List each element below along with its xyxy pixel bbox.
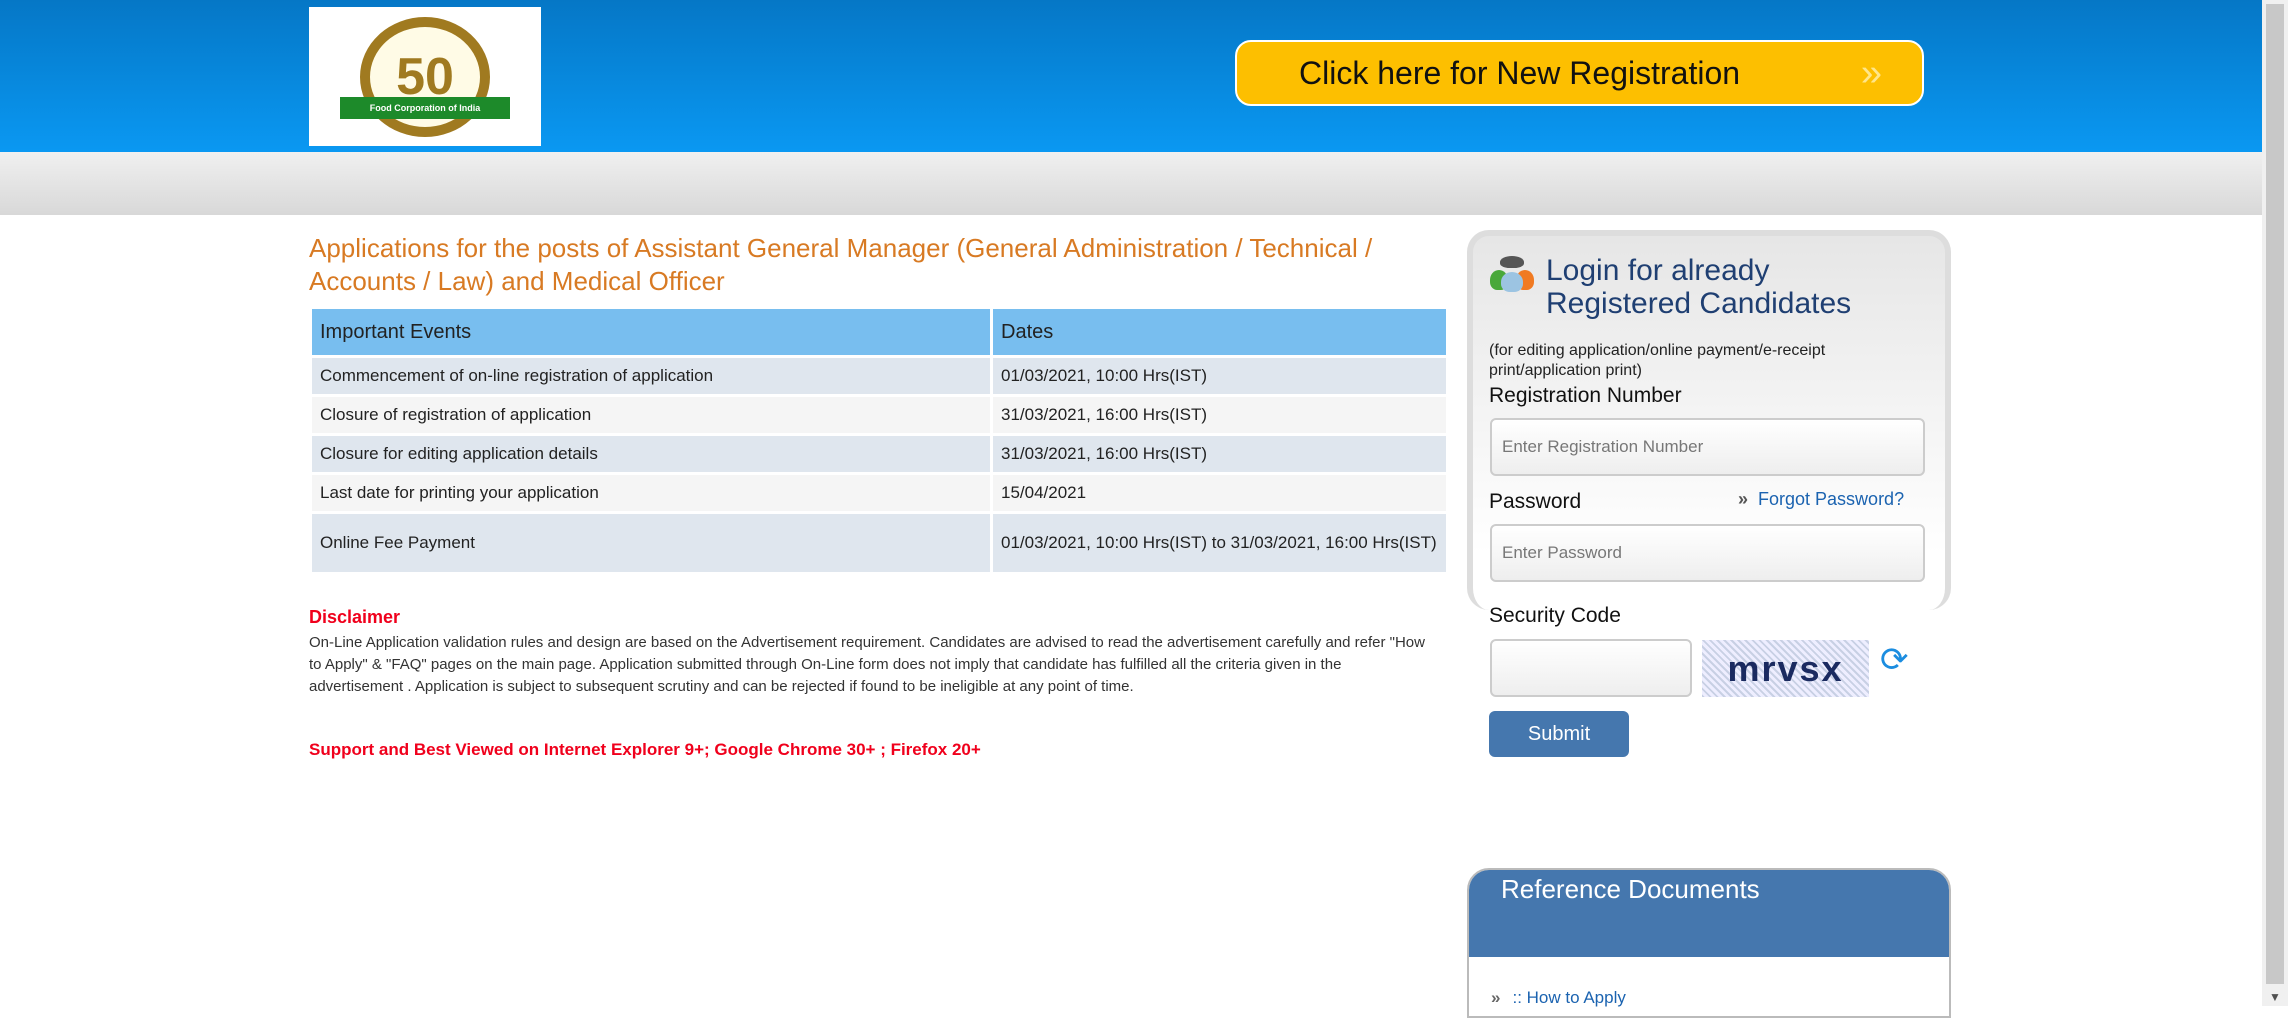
fci-logo: 50 Food Corporation of India (309, 7, 541, 146)
table-row: Closure for editing application details 3… (312, 436, 1446, 472)
column-header-dates: Dates (993, 309, 1446, 355)
reference-documents-title: Reference Documents (1469, 870, 1949, 957)
disclaimer-text: On-Line Application validation rules and… (309, 634, 1425, 695)
login-subtitle: (for editing application/online payment/… (1489, 342, 1826, 379)
table-row: Last date for printing your application 1… (312, 475, 1446, 511)
table-row: Closure of registration of application 31… (312, 397, 1446, 433)
login-title-line1: Login for already (1546, 254, 1770, 287)
submit-button[interactable]: Submit (1489, 711, 1629, 757)
reference-link-how-to-apply[interactable]: »:: How to Apply (1491, 988, 1626, 1008)
refresh-captcha-icon[interactable]: ⟳ (1880, 640, 1909, 680)
double-chevron-icon: » (1491, 988, 1501, 1007)
security-code-label: Security Code (1489, 604, 1621, 627)
event-cell: Closure of registration of application (312, 397, 990, 433)
registration-number-label: Registration Number (1489, 384, 1682, 407)
login-heading: Login for already Registered Candidates (1490, 254, 1851, 320)
site-header: 50 Food Corporation of India Click here … (0, 0, 2262, 152)
event-cell: Closure for editing application details (312, 436, 990, 472)
password-label: Password (1489, 490, 1582, 513)
password-input[interactable] (1490, 524, 1925, 582)
new-registration-label: Click here for New Registration (1299, 54, 1741, 91)
important-events-table: Important Events Dates Commencement of o… (309, 306, 1449, 575)
users-icon (1490, 256, 1536, 292)
reference-link-label: :: How to Apply (1512, 988, 1626, 1007)
disclaimer-heading: Disclaimer (309, 607, 401, 627)
date-cell: 31/03/2021, 16:00 Hrs(IST) (993, 397, 1446, 433)
nav-band (0, 152, 2262, 215)
reference-documents-panel: Reference Documents »:: How to Apply (1467, 868, 1951, 1018)
table-row: Commencement of on-line registration of … (312, 358, 1446, 394)
security-code-input[interactable] (1490, 639, 1692, 697)
table-header-row: Important Events Dates (312, 309, 1446, 355)
scroll-down-arrow-icon[interactable]: ▼ (2269, 990, 2281, 1004)
scrollbar-thumb[interactable] (2266, 4, 2284, 984)
forgot-password-label: Forgot Password? (1758, 489, 1905, 509)
event-cell: Online Fee Payment (312, 514, 990, 572)
date-cell: 15/04/2021 (993, 475, 1446, 511)
date-cell: 01/03/2021, 10:00 Hrs(IST) to 31/03/2021… (993, 514, 1446, 572)
event-cell: Last date for printing your application (312, 475, 990, 511)
page-title: Applications for the posts of Assistant … (309, 233, 1373, 296)
login-title-line2: Registered Candidates (1546, 287, 1852, 320)
double-chevron-icon: » (1738, 489, 1749, 509)
logo-emblem: 50 Food Corporation of India (340, 16, 510, 137)
logo-ribbon: Food Corporation of India (340, 96, 510, 119)
table-row: Online Fee Payment 01/03/2021, 10:00 Hrs(… (312, 514, 1446, 572)
captcha-image: mrvsx (1702, 640, 1869, 697)
column-header-events: Important Events (312, 309, 990, 355)
forgot-password-link[interactable]: » Forgot Password? (1738, 489, 1904, 510)
date-cell: 31/03/2021, 16:00 Hrs(IST) (993, 436, 1446, 472)
date-cell: 01/03/2021, 10:00 Hrs(IST) (993, 358, 1446, 394)
browser-support-note: Support and Best Viewed on Internet Expl… (309, 740, 981, 759)
chevron-right-icon: » (1860, 51, 1882, 94)
new-registration-button[interactable]: Click here for New Registration » (1235, 40, 1924, 106)
event-cell: Commencement of on-line registration of … (312, 358, 990, 394)
registration-number-input[interactable] (1490, 418, 1925, 476)
vertical-scrollbar[interactable]: ▼ (2262, 0, 2288, 1006)
